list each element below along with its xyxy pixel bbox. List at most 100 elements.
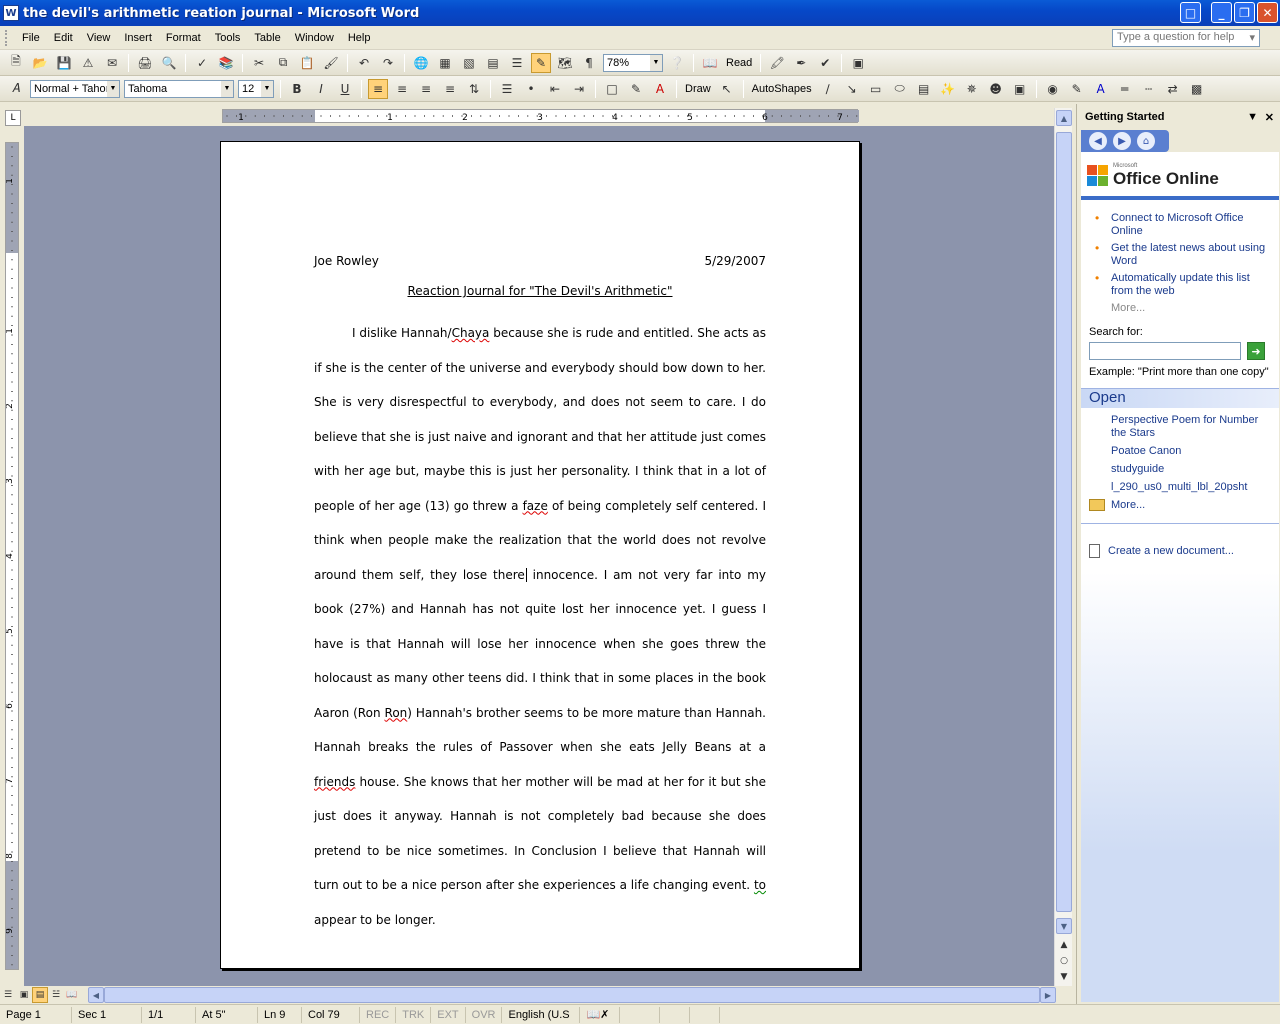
autoshapes-menu-button[interactable]: AutoShapes bbox=[748, 83, 816, 95]
status-section[interactable]: Sec 1 bbox=[72, 1006, 142, 1023]
body-paragraph[interactable]: I dislike Hannah/Chaya because she is ru… bbox=[314, 316, 766, 937]
horizontal-scrollbar[interactable]: ◀ ▶ bbox=[88, 987, 1056, 1003]
spelling-status-icon[interactable]: 📖✗ bbox=[580, 1006, 621, 1023]
scroll-right-icon[interactable]: ▶ bbox=[1040, 987, 1056, 1003]
bullets-icon[interactable]: • bbox=[521, 79, 541, 99]
font-color-icon[interactable]: A bbox=[650, 79, 670, 99]
oval-icon[interactable]: ⬭ bbox=[890, 79, 910, 99]
columns-icon[interactable]: ☰ bbox=[507, 53, 527, 73]
outline-view-icon[interactable]: ☱ bbox=[48, 987, 64, 1003]
home-icon[interactable]: ⌂ bbox=[1137, 132, 1155, 150]
arrow-icon[interactable]: ↘ bbox=[842, 79, 862, 99]
spell-check-icon[interactable]: ✔ bbox=[815, 53, 835, 73]
forward-icon[interactable]: ▶ bbox=[1113, 132, 1131, 150]
pen-icon[interactable]: ✒ bbox=[791, 53, 811, 73]
shadow-icon[interactable]: ▩ bbox=[1187, 79, 1207, 99]
status-column[interactable]: Col 79 bbox=[302, 1006, 360, 1023]
task-pane-close-icon[interactable]: ✕ bbox=[1265, 111, 1274, 124]
highlight-icon[interactable]: ✎ bbox=[626, 79, 646, 99]
wordart-icon[interactable]: ✨ bbox=[938, 79, 958, 99]
status-at[interactable]: At 5" bbox=[196, 1006, 258, 1023]
link-more[interactable]: More... bbox=[1095, 302, 1279, 314]
increase-indent-icon[interactable]: ⇥ bbox=[569, 79, 589, 99]
reading-layout-icon[interactable]: 📖 bbox=[64, 987, 80, 1003]
format-painter-icon[interactable]: 🖌 bbox=[321, 53, 341, 73]
paste-icon[interactable]: 📋 bbox=[297, 53, 317, 73]
link-auto-update[interactable]: Automatically update this list from the … bbox=[1095, 272, 1271, 298]
status-line[interactable]: Ln 9 bbox=[258, 1006, 302, 1023]
misspelled-word[interactable]: Chaya bbox=[452, 326, 490, 340]
rectangle-icon[interactable]: ▭ bbox=[866, 79, 886, 99]
recent-file-link[interactable]: Perspective Poem for Number the Stars bbox=[1111, 414, 1275, 440]
misspelled-word[interactable]: faze bbox=[523, 499, 548, 513]
status-rec[interactable]: REC bbox=[360, 1006, 397, 1023]
scroll-thumb[interactable] bbox=[1056, 132, 1072, 912]
align-center-icon[interactable]: ≡ bbox=[392, 79, 412, 99]
read-icon[interactable]: 📖 bbox=[700, 53, 720, 73]
status-ovr[interactable]: OVR bbox=[466, 1006, 503, 1023]
line-color-icon[interactable]: ✎ bbox=[1067, 79, 1087, 99]
normal-view-icon[interactable]: ☰ bbox=[0, 987, 16, 1003]
status-pages[interactable]: 1/1 bbox=[142, 1006, 196, 1023]
justify-icon[interactable]: ≡ bbox=[440, 79, 460, 99]
open-folder-icon[interactable]: 📂 bbox=[30, 53, 50, 73]
recent-file-link[interactable]: l_290_us0_multi_lbl_20psht bbox=[1111, 481, 1275, 494]
help-icon[interactable]: ❔ bbox=[667, 53, 687, 73]
menu-insert[interactable]: Insert bbox=[117, 32, 159, 44]
font-select[interactable]: Tahoma ▼ bbox=[124, 79, 234, 98]
tables-borders-icon[interactable]: ▦ bbox=[435, 53, 455, 73]
link-connect-office-online[interactable]: Connect to Microsoft Office Online bbox=[1095, 212, 1271, 238]
italic-button[interactable]: I bbox=[311, 79, 331, 99]
decrease-indent-icon[interactable]: ⇤ bbox=[545, 79, 565, 99]
research-icon[interactable]: 📚 bbox=[216, 53, 236, 73]
align-left-icon[interactable]: ≡ bbox=[368, 78, 388, 99]
chevron-down-icon[interactable]: ▼ bbox=[107, 80, 119, 97]
menu-tools[interactable]: Tools bbox=[208, 32, 248, 44]
menu-view[interactable]: View bbox=[80, 32, 118, 44]
read-button[interactable]: Read bbox=[722, 57, 756, 69]
status-page[interactable]: Page 1 bbox=[0, 1006, 72, 1023]
office-online-logo[interactable]: Microsoft Office Online bbox=[1087, 160, 1279, 192]
menubar-grip[interactable] bbox=[5, 29, 9, 46]
underline-button[interactable]: U bbox=[335, 79, 355, 99]
email-icon[interactable]: ✉ bbox=[102, 53, 122, 73]
print-preview-icon[interactable]: 🔍 bbox=[159, 53, 179, 73]
select-browse-object-icon[interactable]: ○ bbox=[1057, 954, 1071, 968]
word-app-icon[interactable]: W bbox=[3, 5, 19, 21]
document-map-icon[interactable]: 🗺 bbox=[555, 53, 575, 73]
chevron-down-icon[interactable]: ▼ bbox=[261, 80, 273, 97]
align-right-icon[interactable]: ≡ bbox=[416, 79, 436, 99]
line-icon[interactable]: ∕ bbox=[818, 79, 838, 99]
horizontal-ruler[interactable]: 1 1 2 3 4 5 6 7 bbox=[222, 109, 859, 123]
restore-doc-icon[interactable]: □ bbox=[1180, 2, 1201, 23]
misspelled-word[interactable]: friends bbox=[314, 775, 355, 789]
copy-icon[interactable]: ⧉ bbox=[273, 53, 293, 73]
zoom-select[interactable]: 78% ▼ bbox=[603, 53, 663, 72]
previous-page-icon[interactable]: ▲ bbox=[1057, 938, 1071, 952]
recent-file-link[interactable]: studyguide bbox=[1111, 463, 1275, 476]
menu-table[interactable]: Table bbox=[247, 32, 287, 44]
line-style-icon[interactable]: ═ bbox=[1115, 79, 1135, 99]
status-ext[interactable]: EXT bbox=[431, 1006, 466, 1023]
status-trk[interactable]: TRK bbox=[396, 1006, 432, 1023]
select-objects-icon[interactable]: ↖ bbox=[717, 79, 737, 99]
redo-icon[interactable]: ↷ bbox=[378, 53, 398, 73]
menu-help[interactable]: Help bbox=[341, 32, 378, 44]
vertical-ruler[interactable]: 1 1 2 3 4 5 6 7 8 9 bbox=[5, 142, 19, 970]
document-body[interactable]: Joe Rowley 5/29/2007 Reaction Journal fo… bbox=[314, 254, 766, 937]
styles-icon[interactable]: 𝐴 bbox=[6, 79, 26, 99]
document-date[interactable]: 5/29/2007 bbox=[704, 254, 766, 272]
chevron-down-icon[interactable]: ▼ bbox=[221, 80, 233, 97]
recent-file-link[interactable]: Poatoe Canon bbox=[1111, 445, 1275, 458]
back-icon[interactable]: ◀ bbox=[1089, 132, 1107, 150]
undo-icon[interactable]: ↶ bbox=[354, 53, 374, 73]
insert-excel-icon[interactable]: ▤ bbox=[483, 53, 503, 73]
borders-icon[interactable]: □ bbox=[602, 79, 622, 99]
maximize-button[interactable]: ❐ bbox=[1234, 2, 1255, 23]
text-box-icon[interactable]: ▤ bbox=[914, 79, 934, 99]
style-select[interactable]: Normal + Tahoı ▼ bbox=[30, 79, 120, 98]
insert-table-icon[interactable]: ▧ bbox=[459, 53, 479, 73]
open-more-link[interactable]: More... bbox=[1111, 499, 1145, 511]
menu-window[interactable]: Window bbox=[288, 32, 341, 44]
arrow-style-icon[interactable]: ⇄ bbox=[1163, 79, 1183, 99]
